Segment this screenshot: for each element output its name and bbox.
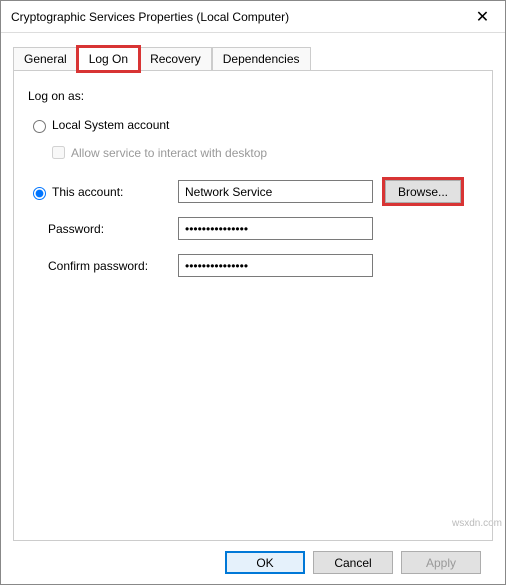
radio-this-account[interactable] bbox=[33, 187, 46, 200]
tab-logon[interactable]: Log On bbox=[78, 47, 139, 71]
password-row: Password: bbox=[28, 217, 478, 240]
apply-button: Apply bbox=[401, 551, 481, 574]
tab-panel-logon: Log on as: Local System account Allow se… bbox=[13, 70, 493, 541]
logon-as-heading: Log on as: bbox=[28, 89, 478, 103]
window-title: Cryptographic Services Properties (Local… bbox=[11, 10, 289, 24]
tab-dependencies[interactable]: Dependencies bbox=[212, 47, 311, 71]
this-account-input[interactable] bbox=[178, 180, 373, 203]
confirm-password-label: Confirm password: bbox=[28, 259, 178, 273]
confirm-password-row: Confirm password: bbox=[28, 254, 478, 277]
this-account-row: This account: Browse... bbox=[28, 180, 478, 203]
checkbox-interact-desktop bbox=[52, 146, 65, 159]
tab-general[interactable]: General bbox=[13, 47, 78, 71]
password-input[interactable] bbox=[178, 217, 373, 240]
this-account-label: This account: bbox=[52, 185, 123, 199]
checkbox-interact-desktop-row: Allow service to interact with desktop bbox=[48, 143, 478, 162]
properties-dialog: Cryptographic Services Properties (Local… bbox=[0, 0, 506, 585]
browse-button[interactable]: Browse... bbox=[385, 180, 461, 203]
tabs-container: General Log On Recovery Dependencies Log… bbox=[1, 33, 505, 584]
dialog-button-bar: OK Cancel Apply bbox=[13, 541, 493, 584]
checkbox-interact-desktop-label: Allow service to interact with desktop bbox=[71, 146, 267, 160]
tab-recovery[interactable]: Recovery bbox=[139, 47, 212, 71]
cancel-button[interactable]: Cancel bbox=[313, 551, 393, 574]
titlebar: Cryptographic Services Properties (Local… bbox=[1, 1, 505, 33]
tab-strip: General Log On Recovery Dependencies bbox=[13, 47, 493, 70]
confirm-password-input[interactable] bbox=[178, 254, 373, 277]
ok-button[interactable]: OK bbox=[225, 551, 305, 574]
close-icon[interactable]: ✕ bbox=[460, 1, 505, 33]
radio-local-system[interactable] bbox=[33, 120, 46, 133]
radio-local-system-label: Local System account bbox=[52, 118, 169, 132]
password-label: Password: bbox=[28, 222, 178, 236]
radio-local-system-row: Local System account bbox=[28, 117, 478, 133]
